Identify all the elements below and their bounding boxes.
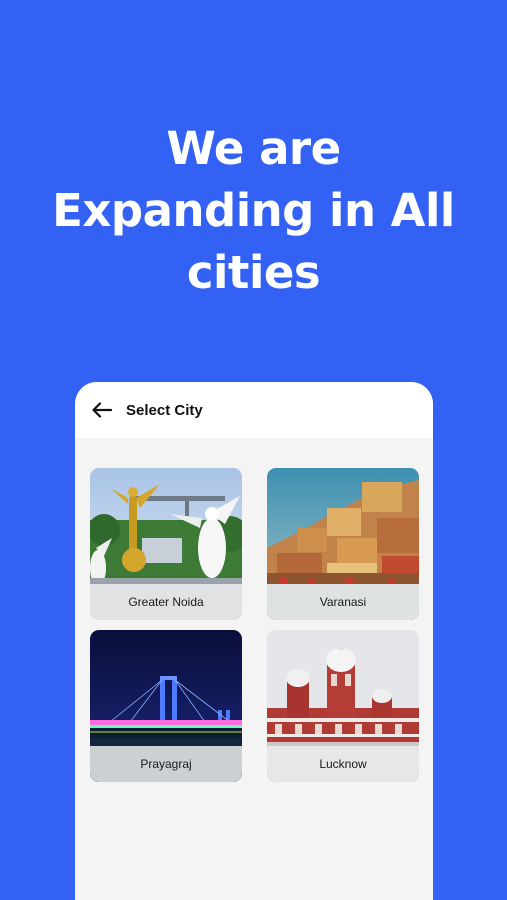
city-name: Prayagraj	[90, 746, 242, 782]
city-name: Varanasi	[267, 584, 419, 620]
city-name: Greater Noida	[90, 584, 242, 620]
city-card-varanasi[interactable]: Varanasi	[267, 468, 419, 620]
app-bar: Select City	[75, 382, 433, 438]
city-card-greater-noida[interactable]: Greater Noida	[90, 468, 242, 620]
city-card-prayagraj[interactable]: Prayagraj	[90, 630, 242, 782]
screen-title: Select City	[126, 401, 203, 419]
city-card-lucknow[interactable]: Lucknow	[267, 630, 419, 782]
headline-line-2: Expanding in All	[52, 184, 455, 237]
city-name: Lucknow	[267, 746, 419, 782]
phone-screen: Select City Greater Noida Varanasi Praya…	[75, 382, 433, 900]
headline-line-1: We are	[166, 122, 341, 175]
headline-line-3: cities	[186, 246, 321, 299]
promo-headline: We are Expanding in All cities	[0, 118, 507, 304]
arrow-left-icon[interactable]	[91, 399, 113, 421]
